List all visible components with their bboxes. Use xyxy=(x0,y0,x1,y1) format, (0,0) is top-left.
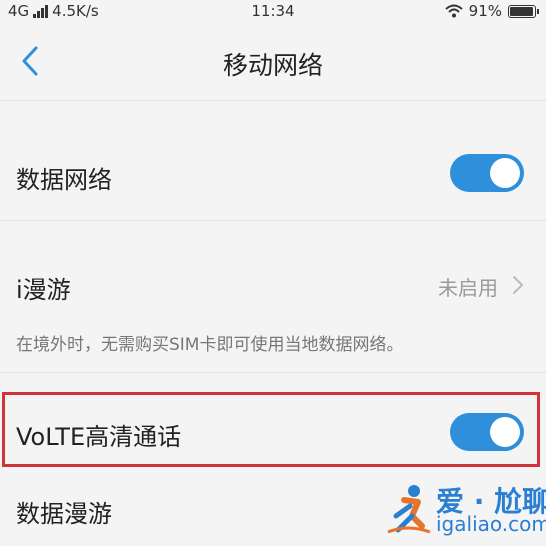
divider xyxy=(0,220,546,221)
data-network-toggle[interactable] xyxy=(450,154,524,192)
page-title: 移动网络 xyxy=(222,51,323,80)
roaming-value: 未启用 xyxy=(438,276,498,300)
chevron-right-icon xyxy=(513,276,523,294)
data-roaming-label: 数据漫游 xyxy=(16,500,112,528)
runner-logo-icon xyxy=(387,485,431,534)
battery-percent: 91% xyxy=(468,2,502,20)
status-bar: 4G 4.5K/s 11:34 91% xyxy=(0,0,546,22)
data-network-label: 数据网络 xyxy=(16,166,112,194)
nav-bar: 移动网络 xyxy=(0,22,546,100)
toggle-knob xyxy=(490,158,520,188)
divider xyxy=(0,372,546,373)
battery-icon xyxy=(508,4,539,18)
roaming-hint: 在境外时，无需购买SIM卡即可使用当地数据网络。 xyxy=(16,335,404,355)
roaming-label: i漫游 xyxy=(16,276,71,304)
divider xyxy=(0,100,546,101)
status-right: 91% xyxy=(444,2,539,20)
row-data-network[interactable]: 数据网络 xyxy=(0,140,546,210)
wifi-icon xyxy=(444,4,463,18)
watermark-url: igaliao.com xyxy=(436,512,546,536)
row-roaming[interactable]: i漫游 未启用 xyxy=(0,250,546,318)
watermark: 爱 · 尬聊 igaliao.com xyxy=(380,478,546,542)
highlight-box xyxy=(2,392,540,467)
